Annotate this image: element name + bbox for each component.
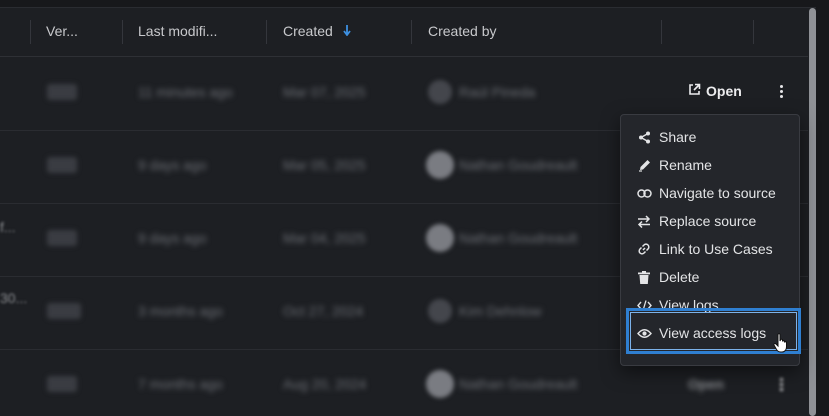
- avatar: [428, 80, 452, 104]
- arrow-down-icon[interactable]: [342, 25, 351, 39]
- focus-ring: [630, 312, 797, 350]
- pencil-icon: [636, 159, 652, 172]
- share-icon: [636, 131, 652, 144]
- avatar: [428, 299, 452, 323]
- name-cell-fragment: f...: [0, 219, 16, 235]
- column-header-created[interactable]: Created: [283, 8, 351, 56]
- name-cell-fragment: 30...: [0, 290, 28, 306]
- link-icon: [636, 188, 652, 198]
- last-modified-cell: 9 days ago: [138, 157, 207, 173]
- trash-icon: [636, 270, 652, 284]
- column-divider[interactable]: [661, 20, 662, 44]
- created-cell: Oct 27, 2024: [283, 303, 364, 319]
- menu-item-label: Replace source: [659, 213, 757, 229]
- last-modified-cell: 9 days ago: [138, 230, 207, 246]
- menu-item-rename[interactable]: Rename: [621, 151, 799, 179]
- menu-item-link-to-use-cases[interactable]: Link to Use Cases: [621, 235, 799, 263]
- created-cell: Mar 05, 2025: [283, 157, 366, 173]
- created-cell: Mar 04, 2025: [283, 230, 366, 246]
- scrollbar-thumb[interactable]: [809, 8, 816, 416]
- open-button[interactable]: Open: [688, 83, 742, 99]
- version-badge: [47, 230, 77, 246]
- link-icon: [636, 242, 652, 256]
- table-header: Ver... Last modifi... Created Created by: [0, 8, 808, 57]
- hand-pointer-icon: [773, 333, 789, 358]
- menu-item-share[interactable]: Share: [621, 123, 799, 151]
- column-divider[interactable]: [411, 20, 412, 44]
- menu-item-delete[interactable]: Delete: [621, 263, 799, 291]
- open-button-label: Open: [706, 83, 742, 99]
- column-divider[interactable]: [266, 20, 267, 44]
- column-header-created-label: Created: [283, 23, 333, 39]
- column-header-last-modified[interactable]: Last modifi...: [138, 8, 217, 56]
- created-by-cell: Nathan Goudreault: [459, 157, 578, 173]
- menu-item-label: Rename: [659, 157, 712, 173]
- table-top-bar: [0, 0, 829, 8]
- menu-item-label: Share: [659, 129, 697, 145]
- more-options-icon[interactable]: [773, 374, 789, 394]
- version-badge: [47, 376, 77, 392]
- last-modified-cell: 11 minutes ago: [138, 84, 233, 100]
- version-badge: [47, 84, 77, 100]
- menu-item-label: Delete: [659, 269, 700, 285]
- avatar: [426, 370, 454, 398]
- column-divider[interactable]: [753, 20, 754, 44]
- right-gutter: [816, 0, 829, 416]
- menu-item-replace-source[interactable]: Replace source: [621, 207, 799, 235]
- created-cell: Aug 20, 2024: [283, 376, 367, 392]
- created-by-cell: Nathan Goudreault: [459, 230, 578, 246]
- version-badge: [47, 303, 81, 319]
- menu-item-navigate-to-source[interactable]: Navigate to source: [621, 179, 799, 207]
- column-divider[interactable]: [30, 20, 31, 44]
- avatar: [426, 151, 454, 179]
- swap-arrows-icon: [636, 214, 652, 228]
- column-divider[interactable]: [122, 20, 123, 44]
- last-modified-cell: 3 months ago: [138, 303, 223, 319]
- external-link-icon: [688, 83, 701, 99]
- column-header-created-by[interactable]: Created by: [428, 8, 496, 56]
- open-button[interactable]: Open: [688, 376, 724, 392]
- created-by-cell: Kim Dehnlow: [459, 303, 542, 319]
- version-badge: [47, 157, 77, 173]
- menu-item-label: Link to Use Cases: [659, 241, 773, 257]
- last-modified-cell: 7 months ago: [138, 376, 223, 392]
- column-header-version[interactable]: Ver...: [46, 8, 78, 56]
- created-by-cell: Nathan Goudreault: [459, 376, 578, 392]
- created-cell: Mar 07, 2025: [283, 84, 366, 100]
- created-by-cell: Raúl Pineda: [459, 84, 536, 100]
- menu-item-label: Navigate to source: [659, 185, 776, 201]
- more-options-icon[interactable]: [773, 81, 789, 101]
- avatar: [426, 224, 454, 252]
